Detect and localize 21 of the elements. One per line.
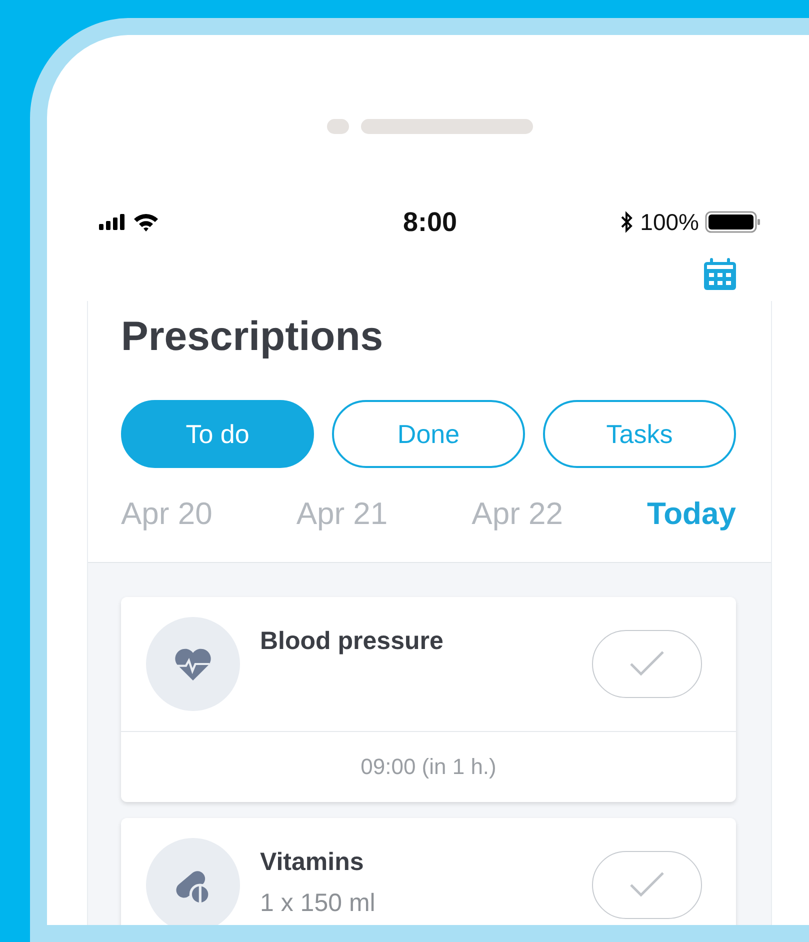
date-tab[interactable]: Apr 20 (121, 496, 212, 532)
date-tab[interactable]: Apr 22 (472, 496, 563, 532)
date-tab[interactable]: Apr 21 (296, 496, 388, 532)
reminder-name: Blood pressure (260, 627, 444, 656)
battery-percentage: 100% (640, 208, 699, 236)
dose-text: 1 x 150 ml (260, 889, 376, 918)
filter-tab[interactable]: Done (332, 400, 525, 468)
filter-tab[interactable]: To do (121, 400, 314, 468)
battery-icon (704, 211, 761, 233)
reminder-card[interactable]: Blood pressure 09:00 (in 1 h.) (121, 597, 736, 802)
filter-tab[interactable]: Tasks (543, 400, 736, 468)
scheduled-time: 09:00 (in 1 h.) (121, 731, 736, 802)
reminder-card[interactable]: Vitamins 1 x 150 ml (121, 818, 736, 925)
wifi-icon (133, 212, 159, 232)
page-title: Prescriptions (121, 313, 384, 360)
date-tab[interactable]: Today (646, 496, 736, 532)
clock-time: 8:00 (402, 206, 458, 238)
reminder-name: Vitamins (260, 848, 365, 877)
signal-icon (99, 214, 125, 230)
calendar-icon[interactable] (703, 257, 737, 291)
bluetooth-icon (620, 211, 634, 233)
